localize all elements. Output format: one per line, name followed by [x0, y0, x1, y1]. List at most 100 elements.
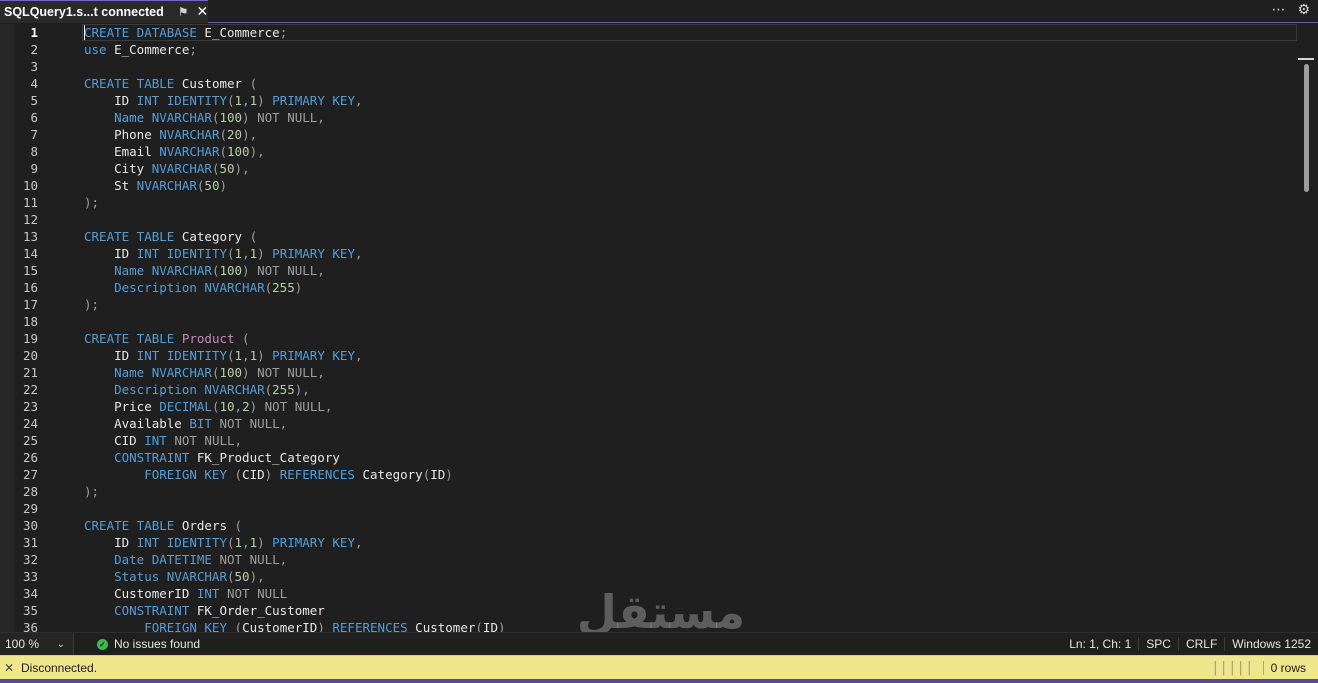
code-line[interactable]: CREATE TABLE Orders ( — [84, 517, 242, 534]
code-token: NVARCHAR — [144, 161, 212, 176]
line-number: 36 — [22, 620, 38, 632]
line-number: 31 — [22, 535, 38, 550]
code-line[interactable]: Name NVARCHAR(100) NOT NULL, — [84, 262, 325, 279]
code-token: CREATE TABLE — [84, 331, 175, 346]
code-token: use — [84, 42, 107, 57]
line-number: 15 — [22, 263, 38, 278]
code-token: ( — [234, 331, 250, 346]
code-line[interactable]: ); — [84, 296, 99, 313]
code-area[interactable]: CREATE DATABASE E_Commerce; use E_Commerc… — [84, 24, 1294, 632]
gear-icon[interactable]: ⚙ — [1297, 2, 1310, 18]
code-line[interactable]: ID INT IDENTITY(1,1) PRIMARY KEY, — [84, 245, 362, 262]
code-line[interactable]: Name NVARCHAR(100) NOT NULL, — [84, 364, 325, 381]
code-token: ); — [84, 297, 100, 312]
file-encoding[interactable]: Windows 1252 — [1224, 637, 1318, 651]
code-token: PRIMARY KEY — [264, 246, 355, 261]
more-horizontal-icon[interactable]: ⋯ — [1271, 2, 1285, 18]
code-token: 1 — [234, 535, 243, 550]
vertical-scrollbar[interactable] — [1298, 58, 1314, 632]
line-number: 35 — [22, 603, 38, 618]
code-token: INT IDENTITY — [129, 246, 227, 261]
code-line[interactable]: ); — [84, 483, 99, 500]
code-line[interactable]: Status NVARCHAR(50), — [84, 568, 265, 585]
line-number: 5 — [30, 93, 38, 108]
code-line[interactable]: CustomerID INT NOT NULL — [84, 585, 287, 602]
code-token: Description NVARCHAR — [84, 382, 265, 397]
code-line[interactable]: Email NVARCHAR(100), — [84, 143, 265, 160]
code-token: ID — [84, 535, 130, 550]
code-token: ( — [219, 144, 227, 159]
code-token: ), — [234, 161, 250, 176]
code-line[interactable]: CREATE TABLE Customer ( — [84, 75, 257, 92]
code-line[interactable]: St NVARCHAR(50) — [84, 177, 227, 194]
code-token: ( — [227, 535, 235, 550]
code-token: 50 — [234, 569, 250, 584]
code-line[interactable]: CONSTRAINT FK_Product_Category — [84, 449, 340, 466]
line-ending[interactable]: CRLF — [1177, 637, 1224, 651]
code-token: ) NOT NULL, — [242, 263, 325, 278]
code-token: Name NVARCHAR — [84, 110, 212, 125]
code-line[interactable]: CREATE TABLE Category ( — [84, 228, 257, 245]
cursor-position[interactable]: Ln: 1, Ch: 1 — [1062, 637, 1138, 651]
line-number: 21 — [22, 365, 38, 380]
line-number: 32 — [22, 552, 38, 567]
code-line[interactable]: CONSTRAINT FK_Order_Customer — [84, 602, 325, 619]
code-token: ( — [227, 467, 243, 482]
code-token: 1 — [234, 246, 243, 261]
code-token: ID — [430, 467, 446, 482]
code-line[interactable]: FOREIGN KEY (CustomerID) REFERENCES Cust… — [84, 619, 505, 632]
code-token: City — [84, 161, 145, 176]
issues-indicator[interactable]: ✓ No issues found — [97, 633, 200, 655]
document-tab[interactable]: SQLQuery1.s...t connected ⚑ ✕ — [0, 0, 208, 23]
code-token: CID — [84, 433, 137, 448]
code-token: PRIMARY KEY — [264, 93, 355, 108]
line-number: 28 — [22, 484, 38, 499]
line-number: 23 — [22, 399, 38, 414]
code-line[interactable]: ); — [84, 194, 99, 211]
code-line[interactable]: CREATE TABLE Product ( — [84, 330, 250, 347]
status-bar-right: Ln: 1, Ch: 1 SPC CRLF Windows 1252 — [1062, 633, 1318, 655]
code-token: ) NOT NULL, — [242, 365, 325, 380]
code-token: ( — [227, 246, 235, 261]
code-token: ; — [279, 25, 288, 40]
query-editor[interactable]: 1 2 3 4 5 6 7 8 9 10 11 12 13 14 15 16 17 18 19 20 21 22 23 24 2… — [0, 24, 1318, 632]
code-token: 50 — [219, 161, 235, 176]
code-line[interactable]: Phone NVARCHAR(20), — [84, 126, 257, 143]
code-line[interactable]: CID INT NOT NULL, — [84, 432, 242, 449]
issues-text: No issues found — [114, 637, 201, 651]
code-token: CREATE TABLE — [84, 76, 175, 91]
line-number: 11 — [22, 195, 38, 210]
code-token: NVARCHAR — [129, 178, 197, 193]
zoom-dropdown[interactable]: 100 % ⌄ — [0, 633, 74, 655]
code-line[interactable]: Description NVARCHAR(255), — [84, 381, 310, 398]
code-token: ); — [84, 484, 100, 499]
code-token: ( — [227, 518, 243, 533]
code-line[interactable]: Description NVARCHAR(255) — [84, 279, 302, 296]
code-line[interactable]: FOREIGN KEY (CID) REFERENCES Category(ID… — [84, 466, 453, 483]
code-line[interactable]: ID INT IDENTITY(1,1) PRIMARY KEY, — [84, 92, 362, 109]
code-line[interactable]: City NVARCHAR(50), — [84, 160, 250, 177]
code-token: BIT — [181, 416, 212, 431]
line-number: 2 — [30, 42, 38, 57]
code-token: NVARCHAR — [151, 144, 220, 159]
code-token: ) NOT NULL, — [242, 110, 325, 125]
close-icon[interactable]: ✕ — [197, 4, 209, 20]
code-line[interactable]: Date DATETIME NOT NULL, — [84, 551, 287, 568]
code-token: FOREIGN KEY — [84, 620, 227, 632]
code-token: Phone — [84, 127, 152, 142]
code-line[interactable]: Available BIT NOT NULL, — [84, 415, 287, 432]
code-line[interactable]: ID INT IDENTITY(1,1) PRIMARY KEY, — [84, 347, 362, 364]
row-count: 0 rows — [1262, 661, 1318, 675]
code-line[interactable]: CREATE DATABASE E_Commerce; — [84, 24, 287, 41]
code-token: INT IDENTITY — [129, 93, 227, 108]
code-line[interactable]: Name NVARCHAR(100) NOT NULL, — [84, 109, 325, 126]
code-line[interactable]: Price DECIMAL(10,2) NOT NULL, — [84, 398, 332, 415]
whitespace-mode[interactable]: SPC — [1138, 637, 1178, 651]
line-number: 8 — [30, 144, 38, 159]
pin-icon[interactable]: ⚑ — [178, 5, 189, 19]
scrollbar-thumb[interactable] — [1304, 64, 1309, 192]
code-token: INT IDENTITY — [129, 535, 227, 550]
code-line[interactable]: use E_Commerce; — [84, 41, 197, 58]
code-token: ) — [257, 535, 265, 550]
code-line[interactable]: ID INT IDENTITY(1,1) PRIMARY KEY, — [84, 534, 362, 551]
